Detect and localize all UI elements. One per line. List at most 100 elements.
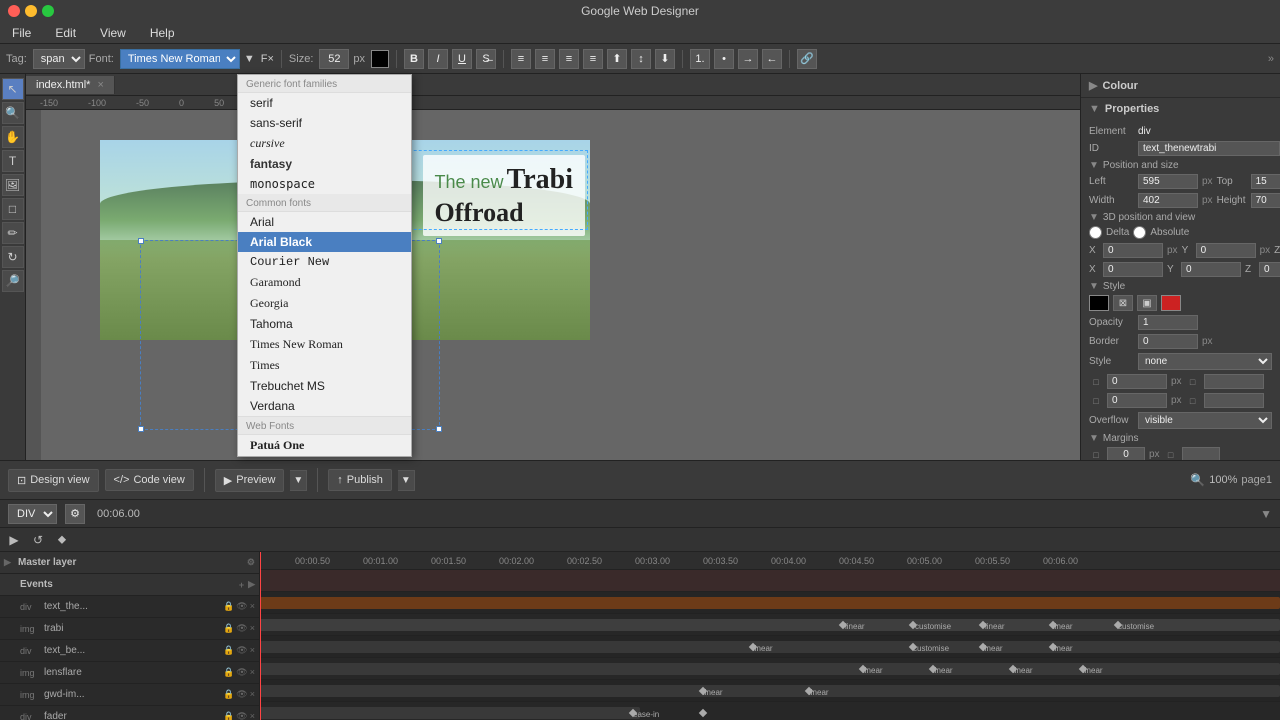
y1-input[interactable]	[1196, 243, 1256, 258]
eye-icon-2[interactable]: 👁	[236, 645, 247, 656]
menu-file[interactable]: File	[8, 24, 35, 42]
select-tool[interactable]: ↖	[2, 78, 24, 100]
pos-size-header[interactable]: ▼ Position and size	[1089, 160, 1272, 171]
left-input[interactable]	[1138, 174, 1198, 189]
delete-icon-4[interactable]: ×	[250, 689, 255, 700]
delete-icon-3[interactable]: ×	[250, 667, 255, 678]
hand-tool[interactable]: ✋	[2, 126, 24, 148]
align-justify-btn[interactable]: ≡	[583, 49, 603, 69]
fill-color-btn[interactable]	[1089, 295, 1109, 311]
preview-btn[interactable]: ▶ Preview	[215, 469, 285, 492]
style-header[interactable]: ▼ Style	[1089, 281, 1272, 292]
border-l-input[interactable]	[1204, 393, 1264, 408]
font-cursive[interactable]: cursive	[238, 133, 411, 154]
code-view-btn[interactable]: </> Code view	[105, 469, 194, 491]
border-top-input[interactable]	[1107, 374, 1167, 389]
events-icon[interactable]: +	[239, 580, 244, 590]
align-right-btn[interactable]: ≡	[559, 49, 579, 69]
font-times[interactable]: Times	[238, 355, 411, 376]
timeline-expand-btn[interactable]: ▼	[1260, 507, 1272, 521]
link-btn[interactable]: 🔗	[797, 49, 817, 69]
text-tool[interactable]: T	[2, 150, 24, 172]
eye-icon-0[interactable]: 👁	[236, 601, 247, 612]
list-ol-btn[interactable]: 1.	[690, 49, 710, 69]
font-georgia[interactable]: Georgia	[238, 293, 411, 314]
overflow-select[interactable]: visible hidden scroll	[1138, 412, 1272, 429]
menu-help[interactable]: Help	[146, 24, 179, 42]
font-fx-icon[interactable]: F×	[261, 53, 274, 65]
timeline-tracks[interactable]: 00:00.50 00:01.00 00:01.50 00:02.00 00:0…	[260, 552, 1280, 720]
border-input[interactable]	[1138, 334, 1198, 349]
height-input[interactable]	[1251, 193, 1280, 208]
border-r-input[interactable]	[1204, 374, 1264, 389]
play-btn[interactable]: ▶	[4, 530, 24, 550]
list-ul-btn[interactable]: •	[714, 49, 734, 69]
zoom-tool[interactable]: 🔍	[2, 102, 24, 124]
font-garamond[interactable]: Garamond	[238, 272, 411, 293]
handle-bl[interactable]	[138, 426, 144, 432]
delete-icon-0[interactable]: ×	[250, 601, 255, 612]
style-select[interactable]: none	[1138, 353, 1272, 370]
delta-radio[interactable]	[1089, 226, 1102, 239]
strikethrough-btn[interactable]: S̶	[476, 49, 496, 69]
font-arial-black[interactable]: Arial Black	[238, 232, 411, 252]
events-expand-icon[interactable]: ▶	[248, 579, 255, 590]
delete-icon-2[interactable]: ×	[250, 645, 255, 656]
loop-btn[interactable]: ↺	[28, 530, 48, 550]
rotate-tool[interactable]: ↻	[2, 246, 24, 268]
y2-input[interactable]	[1181, 262, 1241, 277]
shape-tool[interactable]: □	[2, 198, 24, 220]
font-verdana[interactable]: Verdana	[238, 396, 411, 416]
align-top-btn[interactable]: ⬆	[607, 49, 627, 69]
indent-btn[interactable]: →	[738, 49, 758, 69]
lock-icon-1[interactable]: 🔒	[223, 623, 234, 634]
absolute-radio[interactable]	[1133, 226, 1146, 239]
font-courier-new[interactable]: Courier New	[238, 252, 411, 272]
outdent-btn[interactable]: ←	[762, 49, 782, 69]
marker-btn[interactable]: ⬥	[52, 530, 72, 550]
handle-br[interactable]	[436, 426, 442, 432]
border-b-input[interactable]	[1107, 393, 1167, 408]
margin-right-input[interactable]	[1182, 447, 1220, 460]
expand-btn[interactable]: »	[1268, 53, 1274, 65]
properties-header[interactable]: ▼ Properties	[1081, 98, 1280, 120]
tab-close-btn[interactable]: ×	[97, 79, 103, 91]
inspect-tool[interactable]: 🔎	[2, 270, 24, 292]
size-input[interactable]: 52	[319, 49, 349, 69]
layer-select[interactable]: DIV	[8, 504, 57, 524]
handle-tr[interactable]	[436, 238, 442, 244]
lock-icon-2[interactable]: 🔒	[223, 645, 234, 656]
width-input[interactable]	[1138, 193, 1198, 208]
align-middle-btn[interactable]: ↕	[631, 49, 651, 69]
tab-index-html[interactable]: index.html* ×	[26, 76, 115, 94]
font-arial[interactable]: Arial	[238, 212, 411, 232]
pen-tool[interactable]: ✏	[2, 222, 24, 244]
margin-top-input[interactable]	[1107, 447, 1145, 460]
font-trebuchet[interactable]: Trebuchet MS	[238, 376, 411, 396]
tag-select[interactable]: span	[33, 49, 85, 69]
lock-icon-0[interactable]: 🔒	[223, 601, 234, 612]
master-settings-icon[interactable]: ⚙	[247, 557, 255, 568]
eye-icon-3[interactable]: 👁	[236, 667, 247, 678]
x2-input[interactable]	[1103, 262, 1163, 277]
id-input[interactable]	[1138, 141, 1280, 156]
lock-icon-5[interactable]: 🔒	[223, 711, 234, 720]
font-sans-serif[interactable]: sans-serif	[238, 113, 411, 133]
close-window-btn[interactable]	[8, 5, 20, 17]
font-monospace[interactable]: monospace	[238, 174, 411, 194]
pos3d-header[interactable]: ▼ 3D position and view	[1089, 212, 1272, 223]
menu-view[interactable]: View	[96, 24, 130, 42]
lock-icon-3[interactable]: 🔒	[223, 667, 234, 678]
italic-btn[interactable]: I	[428, 49, 448, 69]
font-fantasy[interactable]: fantasy	[238, 154, 411, 174]
colour-header[interactable]: ▶ Colour	[1081, 74, 1280, 97]
align-center-btn[interactable]: ≡	[535, 49, 555, 69]
align-left-btn[interactable]: ≡	[511, 49, 531, 69]
style-icon-2[interactable]: ▣	[1137, 295, 1157, 311]
minimize-window-btn[interactable]	[25, 5, 37, 17]
x1-input[interactable]	[1103, 243, 1163, 258]
eye-icon-4[interactable]: 👁	[236, 689, 247, 700]
color-picker[interactable]	[371, 50, 389, 68]
margins-header[interactable]: ▼ Margins	[1089, 433, 1272, 444]
font-expand-arrow[interactable]: ▼	[244, 53, 255, 65]
